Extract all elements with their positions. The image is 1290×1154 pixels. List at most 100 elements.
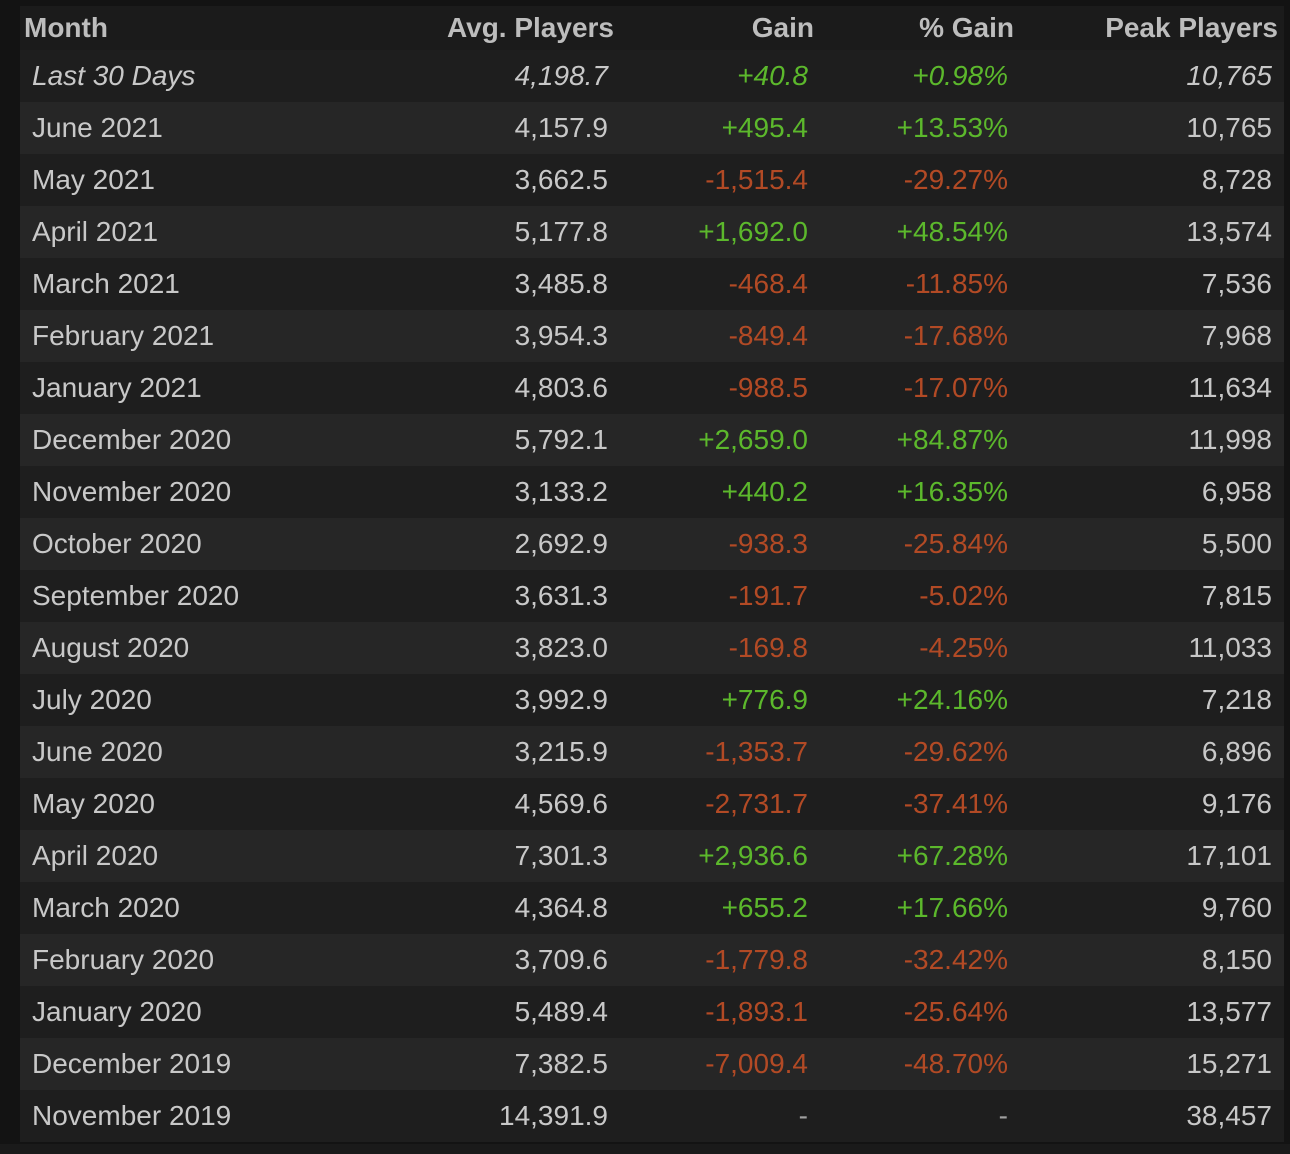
avg-players-cell: 3,215.9 [514, 736, 608, 767]
percent-gain-cell: +24.16% [896, 684, 1008, 715]
avg-players-cell: 5,177.8 [514, 216, 608, 247]
table-row: January 2021 4,803.6 -988.5 -17.07% 11,634 [20, 362, 1284, 414]
gain-cell: -1,779.8 [705, 944, 808, 975]
percent-gain-cell: -17.07% [903, 372, 1008, 403]
table-row: November 2019 14,391.9 - - 38,457 [20, 1090, 1284, 1142]
percent-gain-cell: -29.62% [903, 736, 1008, 767]
avg-players-cell: 4,157.9 [514, 112, 608, 143]
month-cell: Last 30 Days [20, 50, 420, 102]
percent-gain-cell: +0.98% [820, 50, 1020, 102]
month-cell: June 2021 [32, 112, 163, 143]
gain-cell: -169.8 [728, 632, 808, 663]
peak-players-cell: 17,101 [1186, 840, 1272, 871]
month-cell: July 2020 [32, 684, 152, 715]
month-cell: March 2020 [32, 892, 180, 923]
peak-players-cell: 15,271 [1186, 1048, 1272, 1079]
peak-players-cell: 38,457 [1186, 1100, 1272, 1131]
table-body: Last 30 Days 4,198.7 +40.8 +0.98% 10,765 June… [20, 50, 1284, 1142]
peak-players-column-header[interactable]: Peak Players [1020, 6, 1284, 50]
gain-cell: +495.4 [721, 112, 808, 143]
gain-cell: -468.4 [728, 268, 808, 299]
peak-players-cell: 7,815 [1201, 580, 1272, 611]
table-row: January 2020 5,489.4 -1,893.1 -25.64% 13,577 [20, 986, 1284, 1038]
header-row: Month Avg. Players Gain % Gain Peak Play… [20, 6, 1284, 50]
percent-gain-cell: -25.64% [903, 996, 1008, 1027]
gain-cell: -938.3 [728, 528, 808, 559]
avg-players-cell: 3,662.5 [514, 164, 608, 195]
gain-cell: +776.9 [721, 684, 808, 715]
avg-players-cell: 4,364.8 [514, 892, 608, 923]
player-stats-table-container: Month Avg. Players Gain % Gain Peak Play… [20, 6, 1284, 1142]
percent-gain-column-header[interactable]: % Gain [820, 6, 1020, 50]
month-cell: May 2020 [32, 788, 155, 819]
table-row: September 2020 3,631.3 -191.7 -5.02% 7,815 [20, 570, 1284, 622]
month-cell: December 2019 [32, 1048, 232, 1079]
gain-cell: -7,009.4 [705, 1048, 808, 1079]
gain-cell: +440.2 [721, 476, 808, 507]
avg-players-cell: 4,803.6 [514, 372, 608, 403]
avg-players-cell: 4,569.6 [514, 788, 608, 819]
table-row: November 2020 3,133.2 +440.2 +16.35% 6,958 [20, 466, 1284, 518]
month-cell: May 2021 [32, 164, 155, 195]
peak-players-cell: 8,728 [1201, 164, 1272, 195]
avg-players-cell: 5,792.1 [514, 424, 608, 455]
avg-players-cell: 7,301.3 [514, 840, 608, 871]
gain-cell: -988.5 [728, 372, 808, 403]
gain-column-header[interactable]: Gain [620, 6, 820, 50]
gain-cell: - [798, 1100, 808, 1131]
gain-cell: +2,659.0 [698, 424, 808, 455]
month-cell: February 2020 [32, 944, 215, 975]
table-row: April 2020 7,301.3 +2,936.6 +67.28% 17,101 [20, 830, 1284, 882]
avg-players-cell: 2,692.9 [514, 528, 608, 559]
bottom-edge [0, 1144, 1290, 1154]
table-row: May 2020 4,569.6 -2,731.7 -37.41% 9,176 [20, 778, 1284, 830]
peak-players-cell: 6,896 [1201, 736, 1272, 767]
percent-gain-cell: -37.41% [903, 788, 1008, 819]
table-row: October 2020 2,692.9 -938.3 -25.84% 5,500 [20, 518, 1284, 570]
avg-players-cell: 3,992.9 [514, 684, 608, 715]
table-row-last-30-days: Last 30 Days 4,198.7 +40.8 +0.98% 10,765 [20, 50, 1284, 102]
peak-players-cell: 13,577 [1186, 996, 1272, 1027]
month-cell: October 2020 [32, 528, 202, 559]
avg-players-cell: 3,709.6 [514, 944, 608, 975]
percent-gain-cell: -25.84% [903, 528, 1008, 559]
percent-gain-cell: - [998, 1100, 1008, 1131]
table-row: April 2021 5,177.8 +1,692.0 +48.54% 13,574 [20, 206, 1284, 258]
peak-players-cell: 5,500 [1201, 528, 1272, 559]
avg-players-column-header[interactable]: Avg. Players [420, 6, 620, 50]
peak-players-cell: 7,218 [1201, 684, 1272, 715]
peak-players-cell: 7,536 [1201, 268, 1272, 299]
percent-gain-cell: +67.28% [896, 840, 1008, 871]
table-row: May 2021 3,662.5 -1,515.4 -29.27% 8,728 [20, 154, 1284, 206]
percent-gain-cell: +17.66% [896, 892, 1008, 923]
month-cell: January 2021 [32, 372, 202, 403]
month-cell: November 2019 [32, 1100, 232, 1131]
month-cell: September 2020 [32, 580, 240, 611]
player-stats-table: Month Avg. Players Gain % Gain Peak Play… [20, 6, 1284, 1142]
gain-cell: -191.7 [728, 580, 808, 611]
month-cell: March 2021 [32, 268, 180, 299]
peak-players-cell: 6,958 [1201, 476, 1272, 507]
percent-gain-cell: +16.35% [896, 476, 1008, 507]
table-row: June 2021 4,157.9 +495.4 +13.53% 10,765 [20, 102, 1284, 154]
gain-cell: -1,353.7 [705, 736, 808, 767]
avg-players-cell: 14,391.9 [499, 1100, 608, 1131]
percent-gain-cell: -17.68% [903, 320, 1008, 351]
table-header: Month Avg. Players Gain % Gain Peak Play… [20, 6, 1284, 50]
avg-players-cell: 3,485.8 [514, 268, 608, 299]
avg-players-cell: 4,198.7 [420, 50, 620, 102]
avg-players-cell: 3,823.0 [514, 632, 608, 663]
peak-players-cell: 9,760 [1201, 892, 1272, 923]
gain-cell: -1,893.1 [705, 996, 808, 1027]
avg-players-cell: 7,382.5 [514, 1048, 608, 1079]
month-column-header[interactable]: Month [20, 6, 420, 50]
percent-gain-cell: -48.70% [903, 1048, 1008, 1079]
percent-gain-cell: -32.42% [903, 944, 1008, 975]
gain-cell: -1,515.4 [705, 164, 808, 195]
gain-cell: +655.2 [721, 892, 808, 923]
percent-gain-cell: +13.53% [896, 112, 1008, 143]
percent-gain-cell: +48.54% [896, 216, 1008, 247]
gain-cell: +40.8 [620, 50, 820, 102]
peak-players-cell: 11,998 [1188, 424, 1272, 455]
month-cell: January 2020 [32, 996, 202, 1027]
